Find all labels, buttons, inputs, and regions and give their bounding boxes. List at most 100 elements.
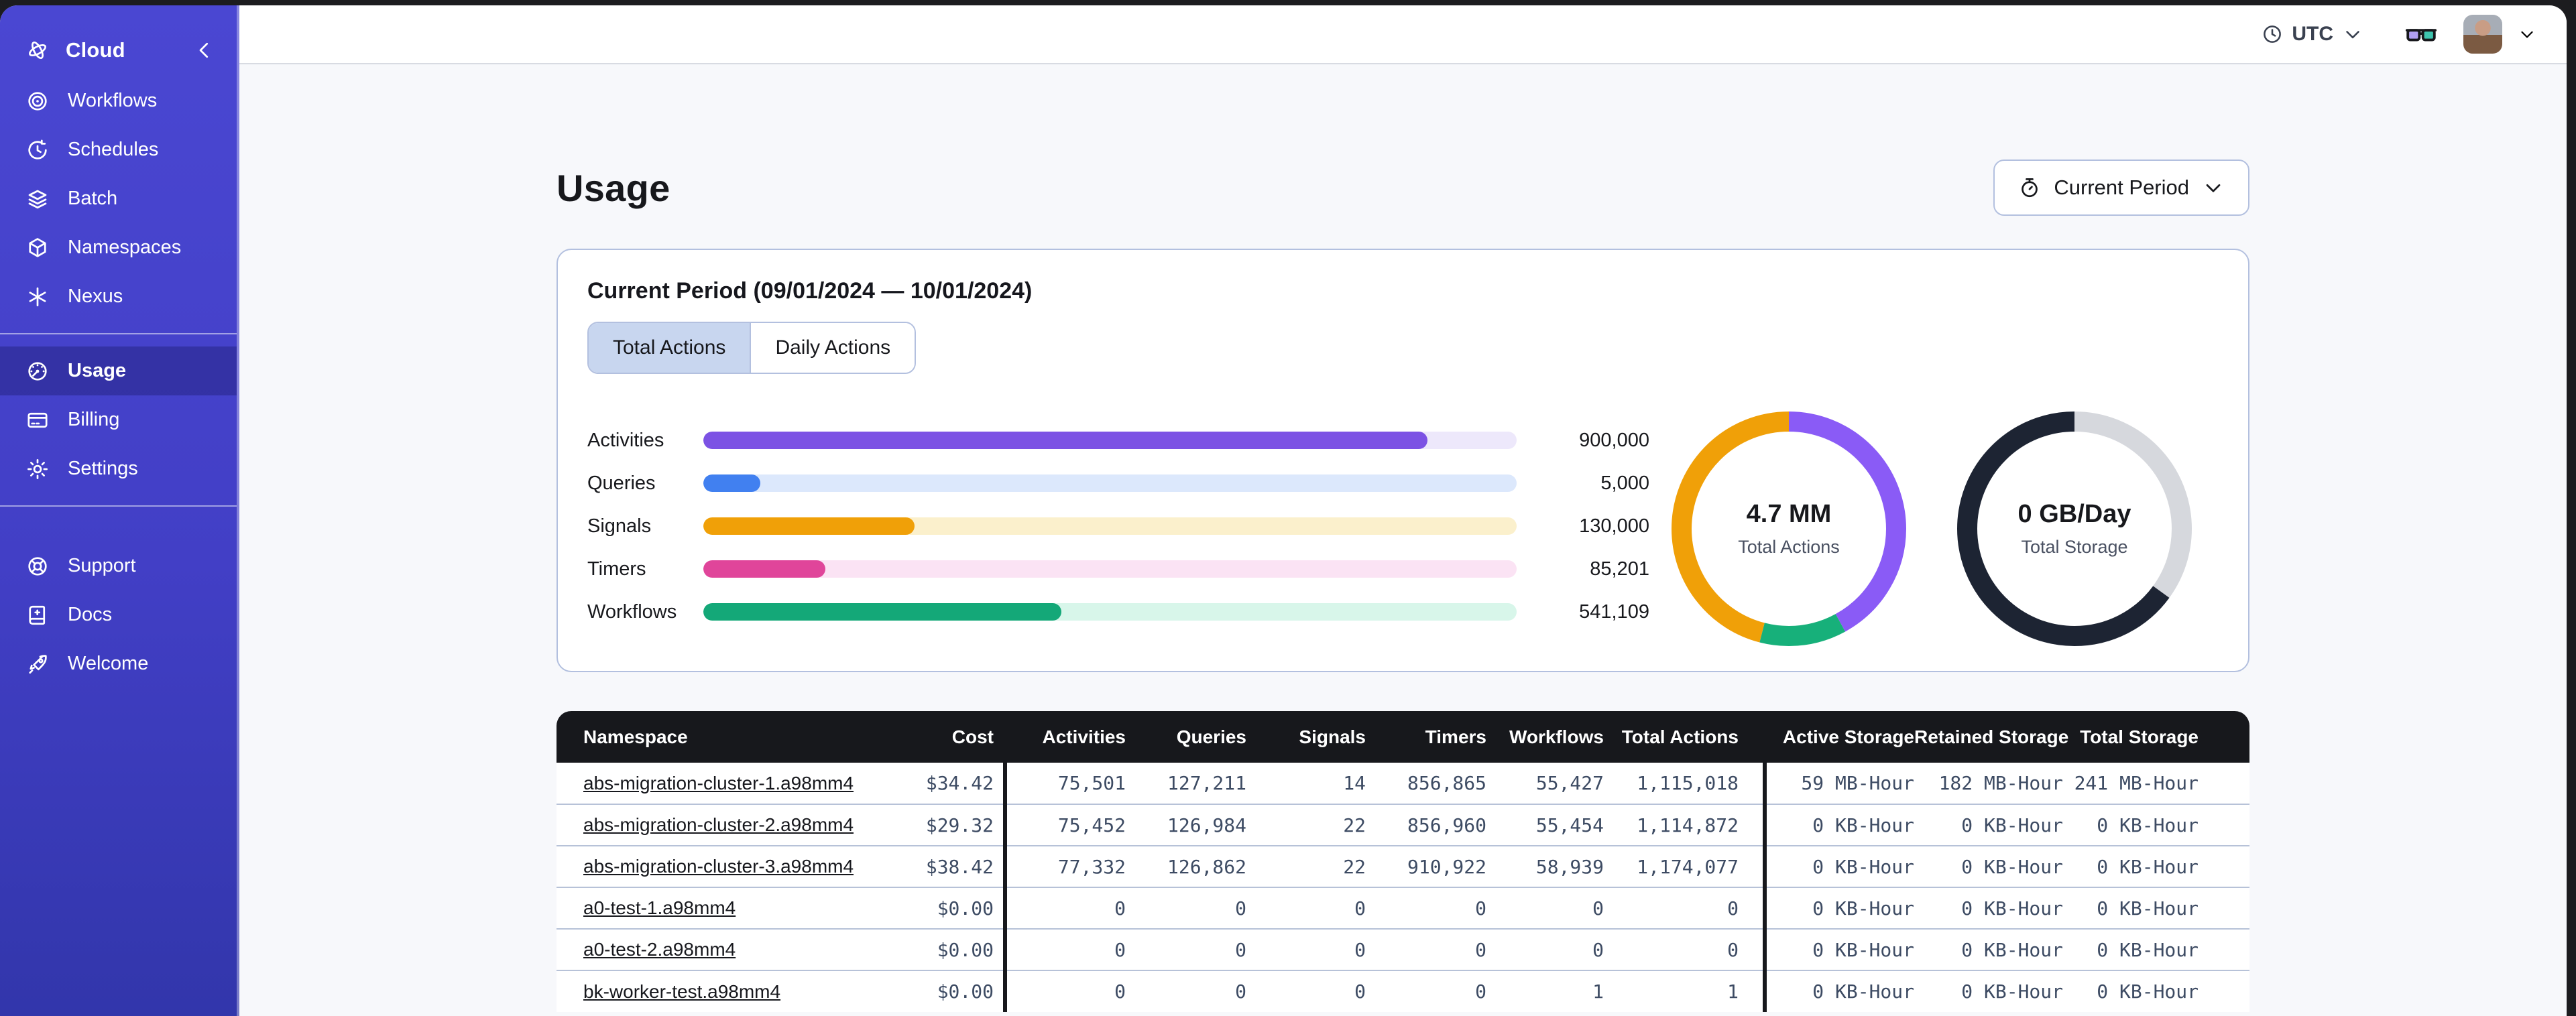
column-header-queries: Queries (1126, 711, 1246, 763)
bar-track (703, 474, 1517, 492)
column-header-signals: Signals (1246, 711, 1366, 763)
bar-value: 5,000 (1600, 472, 1649, 494)
cell-activities: 0 (1003, 928, 1126, 970)
sidebar-item-label: Nexus (68, 285, 123, 307)
cell-activities: 75,501 (1003, 763, 1126, 804)
sidebar-item-billing[interactable]: Billing (0, 395, 237, 444)
cell-namespace: abs-migration-cluster-2.a98mm4 (557, 804, 895, 846)
cell-total-storage: 0 KB-Hour (2063, 845, 2249, 887)
cell-active-storage: 0 KB-Hour (1763, 887, 1914, 929)
sidebar-item-welcome[interactable]: Welcome (0, 639, 237, 688)
sidebar-item-label: Workflows (68, 90, 158, 111)
batch-icon (25, 187, 50, 211)
bar-fill (703, 560, 825, 578)
cell-retained-storage: 0 KB-Hour (1914, 845, 2063, 887)
chevron-down-icon (2201, 176, 2225, 200)
cell-timers: 856,865 (1407, 772, 1486, 794)
usage-bar-row-workflows: Workflows 541,109 (587, 601, 1649, 623)
cell-namespace: bk-worker-test.a98mm4 (557, 970, 895, 1012)
sidebar-item-label: Settings (68, 458, 138, 479)
tab-total-actions[interactable]: Total Actions (589, 323, 750, 373)
cell-workflows: 1 (1486, 970, 1604, 1012)
cell-timers: 0 (1366, 928, 1486, 970)
namespace-link[interactable]: bk-worker-test.a98mm4 (583, 981, 780, 1002)
nexus-icon (25, 285, 50, 309)
usage-bar-row-signals: Signals 130,000 (587, 515, 1649, 537)
page-title: Usage (557, 166, 670, 209)
billing-icon (25, 408, 50, 432)
cell-total-storage: 0 KB-Hour (2063, 804, 2249, 846)
bar-fill (703, 432, 1427, 449)
timezone-label: UTC (2292, 23, 2333, 45)
sidebar-item-label: Usage (68, 360, 127, 381)
bar-value: 900,000 (1579, 429, 1649, 451)
bar-track (703, 432, 1517, 449)
sidebar-item-workflows[interactable]: Workflows (0, 76, 237, 125)
cell-workflows: 58,939 (1486, 845, 1604, 887)
cell-activities: 0 (1003, 887, 1126, 929)
period-selector-button[interactable]: Current Period (1993, 160, 2249, 216)
cell-queries: 0 (1126, 887, 1246, 929)
usage-icon (25, 359, 50, 383)
bar-value: 85,201 (1590, 558, 1649, 580)
cell-timers: 0 (1366, 970, 1486, 1012)
table-row: abs-migration-cluster-2.a98mm4 $29.32 75,4… (557, 804, 2249, 846)
cell-total-actions: 1,115,018 (1637, 772, 1739, 794)
cell-cost: $0.00 (895, 970, 1005, 1012)
bar-fill (703, 517, 915, 535)
sidebar-footer-group: Support Docs Welcome (0, 542, 237, 688)
chevron-down-icon[interactable] (2517, 24, 2537, 44)
period-selector-label: Current Period (2054, 176, 2189, 199)
sidebar-item-usage[interactable]: Usage (0, 346, 237, 395)
cell-cost: $0.00 (895, 887, 1005, 929)
sidebar-nav-group: Workflows Schedules Batch Namespaces Nexus (0, 76, 237, 321)
column-header-namespace: Namespace (557, 711, 895, 763)
cell-cost: $38.42 (895, 845, 1005, 887)
sidebar: Cloud Workflows Schedules Batch Namespaces N… (0, 5, 239, 1016)
timezone-selector[interactable]: UTC (2261, 23, 2364, 46)
cell-cost: $34.42 (925, 772, 994, 794)
sidebar-brand[interactable]: Cloud (0, 24, 237, 76)
donut-value: 4.7 MM (1746, 500, 1832, 528)
namespace-link[interactable]: abs-migration-cluster-1.a98mm4 (583, 773, 854, 793)
donut-value: 0 GB/Day (2017, 500, 2131, 528)
bar-fill (703, 474, 760, 492)
sidebar-item-nexus[interactable]: Nexus (0, 272, 237, 321)
sidebar-item-label: Docs (68, 604, 113, 625)
bar-label: Activities (587, 429, 664, 451)
chevron-down-icon (2341, 23, 2364, 46)
chevron-left-icon[interactable] (192, 38, 217, 62)
cell-timers: 856,960 (1366, 804, 1486, 846)
namespace-link[interactable]: abs-migration-cluster-3.a98mm4 (583, 856, 854, 877)
usage-card: Current Period (09/01/2024 — 10/01/2024)… (557, 249, 2249, 672)
clock-icon (2261, 23, 2284, 46)
usage-card-title: Current Period (09/01/2024 — 10/01/2024) (587, 278, 1033, 304)
sidebar-item-schedules[interactable]: Schedules (0, 125, 237, 174)
namespace-link[interactable]: a0-test-1.a98mm4 (583, 897, 736, 918)
usage-bar-row-queries: Queries 5,000 (587, 472, 1649, 494)
cell-total-storage: 241 MB-Hour (2074, 772, 2199, 794)
cell-namespace: abs-migration-cluster-1.a98mm4 (557, 763, 895, 804)
sidebar-item-batch[interactable]: Batch (0, 174, 237, 223)
sidebar-item-support[interactable]: Support (0, 542, 237, 590)
sidebar-item-docs[interactable]: Docs (0, 590, 237, 639)
table-row: a0-test-1.a98mm4 $0.00 0 0 0 0 0 0 0 KB-Hour 0 KB… (557, 887, 2249, 929)
cell-total-actions: 0 (1604, 887, 1765, 929)
sidebar-item-label: Welcome (68, 653, 149, 674)
namespace-link[interactable]: abs-migration-cluster-2.a98mm4 (583, 814, 854, 835)
glasses-icon[interactable] (2403, 16, 2439, 52)
donut-sublabel: Total Actions (1738, 537, 1840, 557)
sidebar-item-namespaces[interactable]: Namespaces (0, 223, 237, 272)
tab-daily-actions[interactable]: Daily Actions (750, 323, 915, 373)
sidebar-item-label: Support (68, 555, 136, 576)
sidebar-item-settings[interactable]: Settings (0, 444, 237, 493)
total-actions-donut: 4.7 MM Total Actions (1664, 404, 1914, 653)
avatar[interactable] (2463, 15, 2502, 54)
column-header-total-storage: Total Storage (2063, 711, 2249, 763)
cell-total-actions: 1 (1604, 970, 1765, 1012)
usage-bar-chart: Activities 900,000 Queries 5,000 Signals 130,… (587, 429, 1649, 623)
cell-workflows: 55,454 (1486, 804, 1604, 846)
namespace-link[interactable]: a0-test-2.a98mm4 (583, 939, 736, 960)
cell-signals: 14 (1343, 772, 1366, 794)
support-icon (25, 554, 50, 578)
